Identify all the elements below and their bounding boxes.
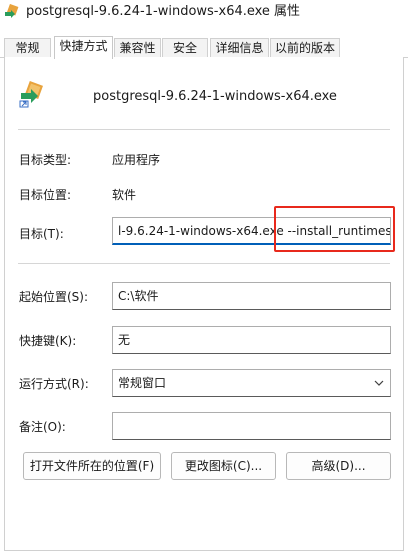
comment-input[interactable] — [112, 412, 391, 440]
target-location-value: 软件 — [112, 188, 137, 202]
app-shortcut-icon — [5, 4, 19, 18]
divider — [18, 263, 390, 264]
target-input[interactable]: l-9.6.24-1-windows-x64.exe --install_run… — [112, 217, 391, 245]
tab-details[interactable]: 详细信息 — [210, 38, 269, 58]
tab-shortcut[interactable]: 快捷方式 — [54, 36, 113, 59]
file-name: postgresql-9.6.24-1-windows-x64.exe — [93, 89, 337, 104]
hotkey-input[interactable]: 无 — [112, 326, 391, 354]
advanced-button[interactable]: 高级(D)... — [286, 452, 391, 480]
change-icon-button[interactable]: 更改图标(C)... — [171, 452, 276, 480]
open-file-location-button[interactable]: 打开文件所在的位置(F) — [23, 452, 161, 480]
window-title: postgresql-9.6.24-1-windows-x64.exe 属性 — [26, 4, 301, 19]
tab-security[interactable]: 安全 — [162, 38, 208, 58]
run-select[interactable]: 常规窗口 — [112, 369, 391, 397]
tab-general[interactable]: 常规 — [4, 38, 51, 58]
tab-compatibility[interactable]: 兼容性 — [114, 38, 161, 58]
start-in-input[interactable]: C:\软件 — [112, 282, 391, 310]
chevron-down-icon — [374, 380, 384, 386]
divider — [18, 129, 390, 130]
hotkey-label: 快捷键(K): — [19, 334, 77, 348]
target-type-value: 应用程序 — [112, 153, 161, 167]
target-label: 目标(T): — [19, 227, 64, 241]
comment-label: 备注(O): — [19, 420, 66, 434]
run-label: 运行方式(R): — [19, 377, 89, 391]
run-select-value: 常规窗口 — [118, 376, 167, 390]
target-location-label: 目标位置: — [19, 188, 72, 202]
target-type-label: 目标类型: — [19, 153, 72, 167]
shortcut-app-icon — [19, 81, 43, 108]
title-bar: postgresql-9.6.24-1-windows-x64.exe 属性 — [0, 0, 408, 36]
tab-previous-versions[interactable]: 以前的版本 — [270, 38, 340, 58]
tab-bar: 常规 快捷方式 兼容性 安全 详细信息 以前的版本 — [0, 36, 408, 59]
start-in-label: 起始位置(S): — [19, 290, 89, 304]
